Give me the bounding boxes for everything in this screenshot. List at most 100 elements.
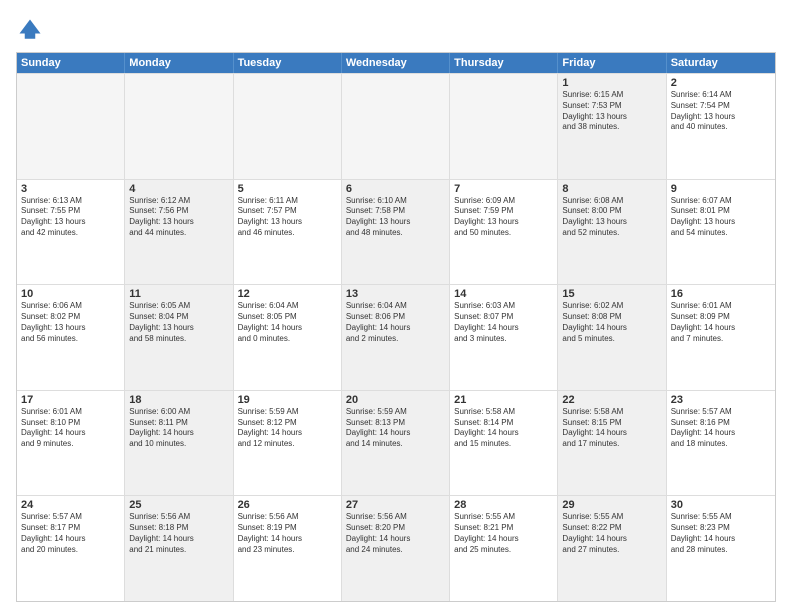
day-info: Sunrise: 6:01 AM Sunset: 8:09 PM Dayligh…	[671, 301, 771, 344]
day-number: 28	[454, 499, 553, 511]
weekday-header-sunday: Sunday	[17, 53, 125, 73]
day-info: Sunrise: 5:58 AM Sunset: 8:15 PM Dayligh…	[562, 407, 661, 450]
day-number: 18	[129, 394, 228, 406]
day-number: 9	[671, 183, 771, 195]
day-number: 22	[562, 394, 661, 406]
day-number: 21	[454, 394, 553, 406]
calendar-cell: 22Sunrise: 5:58 AM Sunset: 8:15 PM Dayli…	[558, 391, 666, 496]
calendar-cell: 19Sunrise: 5:59 AM Sunset: 8:12 PM Dayli…	[234, 391, 342, 496]
day-info: Sunrise: 6:13 AM Sunset: 7:55 PM Dayligh…	[21, 196, 120, 239]
calendar-cell: 25Sunrise: 5:56 AM Sunset: 8:18 PM Dayli…	[125, 496, 233, 601]
day-info: Sunrise: 6:14 AM Sunset: 7:54 PM Dayligh…	[671, 90, 771, 133]
calendar-cell: 21Sunrise: 5:58 AM Sunset: 8:14 PM Dayli…	[450, 391, 558, 496]
calendar-row: 17Sunrise: 6:01 AM Sunset: 8:10 PM Dayli…	[17, 390, 775, 496]
day-number: 10	[21, 288, 120, 300]
calendar-cell: 12Sunrise: 6:04 AM Sunset: 8:05 PM Dayli…	[234, 285, 342, 390]
calendar-row: 24Sunrise: 5:57 AM Sunset: 8:17 PM Dayli…	[17, 495, 775, 601]
calendar-cell: 8Sunrise: 6:08 AM Sunset: 8:00 PM Daylig…	[558, 180, 666, 285]
day-info: Sunrise: 6:03 AM Sunset: 8:07 PM Dayligh…	[454, 301, 553, 344]
day-number: 19	[238, 394, 337, 406]
calendar-cell	[342, 74, 450, 179]
day-number: 30	[671, 499, 771, 511]
calendar-cell: 17Sunrise: 6:01 AM Sunset: 8:10 PM Dayli…	[17, 391, 125, 496]
calendar-cell: 10Sunrise: 6:06 AM Sunset: 8:02 PM Dayli…	[17, 285, 125, 390]
day-number: 6	[346, 183, 445, 195]
day-info: Sunrise: 6:11 AM Sunset: 7:57 PM Dayligh…	[238, 196, 337, 239]
day-info: Sunrise: 6:10 AM Sunset: 7:58 PM Dayligh…	[346, 196, 445, 239]
calendar-cell: 29Sunrise: 5:55 AM Sunset: 8:22 PM Dayli…	[558, 496, 666, 601]
calendar-cell: 5Sunrise: 6:11 AM Sunset: 7:57 PM Daylig…	[234, 180, 342, 285]
day-info: Sunrise: 6:04 AM Sunset: 8:06 PM Dayligh…	[346, 301, 445, 344]
calendar-cell: 30Sunrise: 5:55 AM Sunset: 8:23 PM Dayli…	[667, 496, 775, 601]
calendar-cell: 11Sunrise: 6:05 AM Sunset: 8:04 PM Dayli…	[125, 285, 233, 390]
weekday-header-saturday: Saturday	[667, 53, 775, 73]
day-info: Sunrise: 5:55 AM Sunset: 8:23 PM Dayligh…	[671, 512, 771, 555]
calendar-row: 10Sunrise: 6:06 AM Sunset: 8:02 PM Dayli…	[17, 284, 775, 390]
day-number: 26	[238, 499, 337, 511]
calendar-row: 3Sunrise: 6:13 AM Sunset: 7:55 PM Daylig…	[17, 179, 775, 285]
day-number: 7	[454, 183, 553, 195]
calendar-cell: 13Sunrise: 6:04 AM Sunset: 8:06 PM Dayli…	[342, 285, 450, 390]
day-number: 20	[346, 394, 445, 406]
day-number: 23	[671, 394, 771, 406]
day-number: 14	[454, 288, 553, 300]
weekday-header-wednesday: Wednesday	[342, 53, 450, 73]
calendar-cell: 4Sunrise: 6:12 AM Sunset: 7:56 PM Daylig…	[125, 180, 233, 285]
day-info: Sunrise: 5:59 AM Sunset: 8:12 PM Dayligh…	[238, 407, 337, 450]
calendar-cell: 6Sunrise: 6:10 AM Sunset: 7:58 PM Daylig…	[342, 180, 450, 285]
day-number: 15	[562, 288, 661, 300]
day-number: 17	[21, 394, 120, 406]
day-number: 3	[21, 183, 120, 195]
day-info: Sunrise: 6:06 AM Sunset: 8:02 PM Dayligh…	[21, 301, 120, 344]
day-number: 27	[346, 499, 445, 511]
logo-icon	[16, 16, 44, 44]
day-number: 8	[562, 183, 661, 195]
day-info: Sunrise: 5:58 AM Sunset: 8:14 PM Dayligh…	[454, 407, 553, 450]
day-info: Sunrise: 5:57 AM Sunset: 8:17 PM Dayligh…	[21, 512, 120, 555]
weekday-header-monday: Monday	[125, 53, 233, 73]
calendar-cell: 16Sunrise: 6:01 AM Sunset: 8:09 PM Dayli…	[667, 285, 775, 390]
calendar-cell: 24Sunrise: 5:57 AM Sunset: 8:17 PM Dayli…	[17, 496, 125, 601]
calendar-cell: 1Sunrise: 6:15 AM Sunset: 7:53 PM Daylig…	[558, 74, 666, 179]
day-info: Sunrise: 5:55 AM Sunset: 8:22 PM Dayligh…	[562, 512, 661, 555]
day-number: 2	[671, 77, 771, 89]
day-info: Sunrise: 6:01 AM Sunset: 8:10 PM Dayligh…	[21, 407, 120, 450]
calendar-cell	[125, 74, 233, 179]
day-number: 12	[238, 288, 337, 300]
day-number: 11	[129, 288, 228, 300]
day-info: Sunrise: 5:56 AM Sunset: 8:19 PM Dayligh…	[238, 512, 337, 555]
calendar-header: SundayMondayTuesdayWednesdayThursdayFrid…	[17, 53, 775, 73]
weekday-header-tuesday: Tuesday	[234, 53, 342, 73]
day-number: 25	[129, 499, 228, 511]
day-number: 5	[238, 183, 337, 195]
calendar-cell: 7Sunrise: 6:09 AM Sunset: 7:59 PM Daylig…	[450, 180, 558, 285]
weekday-header-thursday: Thursday	[450, 53, 558, 73]
page: SundayMondayTuesdayWednesdayThursdayFrid…	[0, 0, 792, 612]
calendar-cell	[234, 74, 342, 179]
day-info: Sunrise: 6:08 AM Sunset: 8:00 PM Dayligh…	[562, 196, 661, 239]
day-info: Sunrise: 6:05 AM Sunset: 8:04 PM Dayligh…	[129, 301, 228, 344]
calendar-cell	[17, 74, 125, 179]
day-info: Sunrise: 6:02 AM Sunset: 8:08 PM Dayligh…	[562, 301, 661, 344]
day-info: Sunrise: 6:00 AM Sunset: 8:11 PM Dayligh…	[129, 407, 228, 450]
calendar-cell: 28Sunrise: 5:55 AM Sunset: 8:21 PM Dayli…	[450, 496, 558, 601]
calendar-cell: 9Sunrise: 6:07 AM Sunset: 8:01 PM Daylig…	[667, 180, 775, 285]
day-info: Sunrise: 5:56 AM Sunset: 8:18 PM Dayligh…	[129, 512, 228, 555]
calendar-cell: 20Sunrise: 5:59 AM Sunset: 8:13 PM Dayli…	[342, 391, 450, 496]
calendar-cell: 23Sunrise: 5:57 AM Sunset: 8:16 PM Dayli…	[667, 391, 775, 496]
calendar-cell: 3Sunrise: 6:13 AM Sunset: 7:55 PM Daylig…	[17, 180, 125, 285]
day-number: 4	[129, 183, 228, 195]
calendar-row: 1Sunrise: 6:15 AM Sunset: 7:53 PM Daylig…	[17, 73, 775, 179]
day-info: Sunrise: 6:15 AM Sunset: 7:53 PM Dayligh…	[562, 90, 661, 133]
day-number: 13	[346, 288, 445, 300]
day-number: 1	[562, 77, 661, 89]
day-info: Sunrise: 6:09 AM Sunset: 7:59 PM Dayligh…	[454, 196, 553, 239]
day-info: Sunrise: 6:07 AM Sunset: 8:01 PM Dayligh…	[671, 196, 771, 239]
day-info: Sunrise: 5:56 AM Sunset: 8:20 PM Dayligh…	[346, 512, 445, 555]
day-info: Sunrise: 6:04 AM Sunset: 8:05 PM Dayligh…	[238, 301, 337, 344]
calendar-cell: 14Sunrise: 6:03 AM Sunset: 8:07 PM Dayli…	[450, 285, 558, 390]
header	[16, 16, 776, 44]
day-number: 16	[671, 288, 771, 300]
calendar-cell: 26Sunrise: 5:56 AM Sunset: 8:19 PM Dayli…	[234, 496, 342, 601]
day-info: Sunrise: 6:12 AM Sunset: 7:56 PM Dayligh…	[129, 196, 228, 239]
